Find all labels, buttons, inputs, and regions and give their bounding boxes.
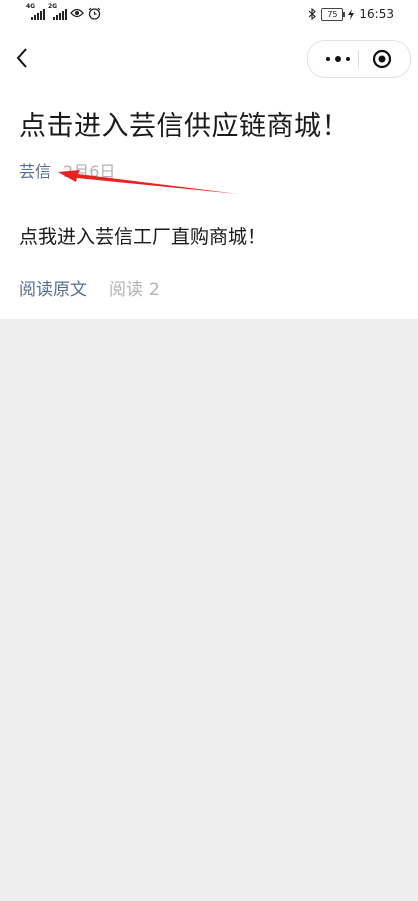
capsule-divider — [358, 50, 359, 68]
page: 4G 2G 75 16:53 点击进入芸信供应链商城！ 芸信 2月6日 点我进入… — [0, 0, 418, 901]
clock: 16:53 — [359, 7, 394, 21]
article-meta: 芸信 2月6日 — [19, 158, 115, 182]
mini-program-capsule — [307, 40, 411, 78]
article-footer: 阅读原文 阅读 2 — [19, 275, 160, 300]
eye-icon — [70, 8, 84, 18]
publish-date: 2月6日 — [63, 162, 116, 181]
charging-icon — [348, 8, 355, 20]
battery-level: 75 — [327, 9, 338, 19]
status-right: 75 16:53 — [308, 7, 394, 21]
chevron-left-icon — [16, 48, 27, 68]
close-button[interactable] — [372, 49, 392, 69]
article-area: 4G 2G 75 16:53 点击进入芸信供应链商城！ 芸信 2月6日 点我进入… — [0, 0, 418, 319]
read-original-link[interactable]: 阅读原文 — [19, 280, 87, 300]
status-bar: 4G 2G 75 16:53 — [0, 0, 418, 30]
read-count: 阅读 2 — [109, 280, 160, 300]
back-button[interactable] — [10, 42, 36, 74]
bluetooth-icon — [309, 8, 317, 20]
read-count-label: 阅读 — [109, 280, 143, 300]
article-title: 点击进入芸信供应链商城！ — [19, 111, 349, 142]
more-button[interactable] — [320, 41, 358, 77]
status-left: 4G 2G — [26, 4, 101, 20]
author-link[interactable]: 芸信 — [19, 162, 51, 181]
alarm-icon — [88, 7, 101, 20]
article-body: 点我进入芸信工厂直购商城！ — [19, 226, 267, 248]
read-count-value: 2 — [149, 280, 160, 300]
signal-icon: 2G — [48, 4, 67, 20]
target-circle-icon — [372, 49, 392, 69]
signal-icon: 4G — [26, 4, 45, 20]
battery-icon: 75 — [321, 7, 346, 21]
